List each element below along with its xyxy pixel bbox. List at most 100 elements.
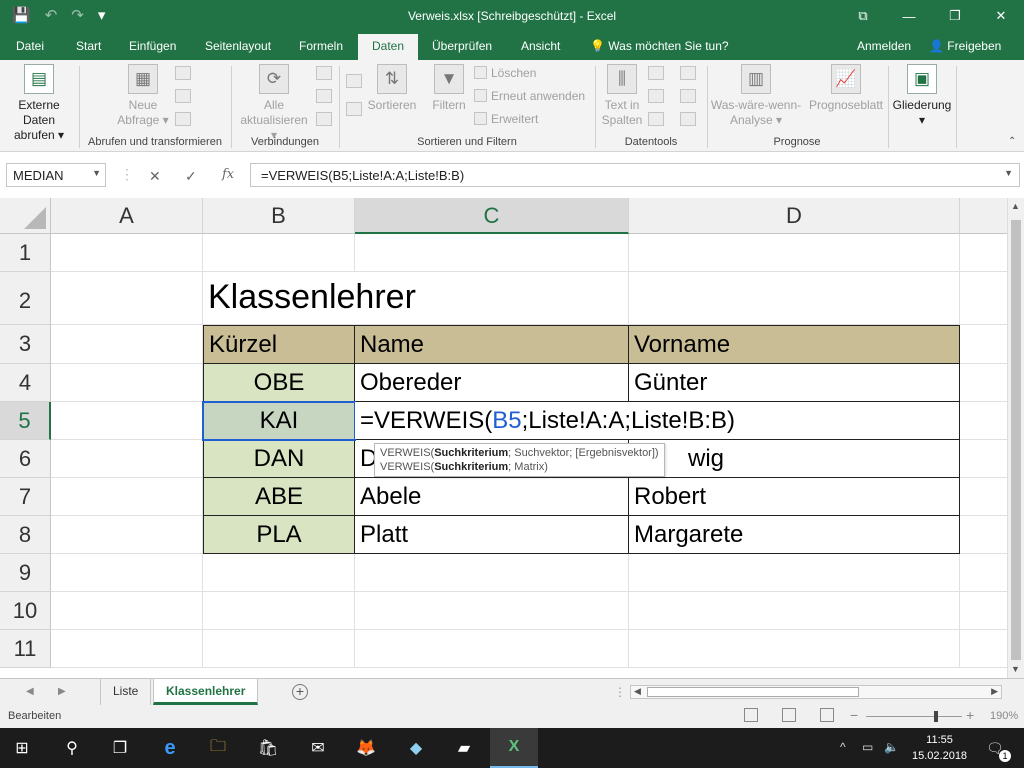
cell-a6[interactable] [51,440,203,478]
chevron-down-icon[interactable]: ▼ [92,168,101,178]
vertical-scrollbar[interactable]: ▲ ▼ [1007,198,1024,678]
cell-b4[interactable]: OBE [203,364,355,402]
excel-taskbar-icon[interactable]: X [490,728,538,768]
erneut-anwenden-button[interactable]: Erneut anwenden [474,89,585,103]
formula-input[interactable]: =VERWEIS(B5;Liste!A:A;Liste!B:B) ▼ [250,163,1020,187]
cell-a9[interactable] [51,554,203,592]
cell-a4[interactable] [51,364,203,402]
collapse-ribbon-icon[interactable]: ⌃ [1008,136,1016,147]
tell-me-search[interactable]: 💡 Was möchten Sie tun? [590,39,729,53]
row-header-7[interactable]: 7 [0,478,51,516]
tab-ansicht[interactable]: Ansicht [521,39,560,53]
row-header-3[interactable]: 3 [0,325,51,364]
cell-c10[interactable] [355,592,629,630]
network-icon[interactable]: ▭ [862,740,873,754]
firefox-icon[interactable]: 🦊 [354,736,378,760]
cell-c11[interactable] [355,630,629,668]
cell-d8[interactable]: Margarete [629,516,960,554]
cell-d10[interactable] [629,592,960,630]
cell-a11[interactable] [51,630,203,668]
horizontal-scroll-thumb[interactable] [647,687,859,697]
sheet-tab-liste[interactable]: Liste [100,679,152,705]
cell-e3[interactable] [960,325,1007,364]
tab-ueberpruefen[interactable]: Überprüfen [432,39,492,53]
column-header-a[interactable]: A [51,198,203,234]
cell-c9[interactable] [355,554,629,592]
select-all-button[interactable] [0,198,51,234]
row-header-10[interactable]: 10 [0,592,51,630]
consolidate-icon[interactable] [680,66,696,80]
show-queries-icon[interactable] [175,66,191,80]
loeschen-button[interactable]: Löschen [474,66,536,80]
remove-duplicates-icon[interactable] [648,89,664,103]
header-kuerzel[interactable]: Kürzel [203,325,355,364]
from-table-icon[interactable] [175,89,191,103]
row-header-2[interactable]: 2 [0,272,51,325]
cell-d2[interactable] [629,272,960,325]
cell-e9[interactable] [960,554,1007,592]
cell-e7[interactable] [960,478,1007,516]
row-header-8[interactable]: 8 [0,516,51,554]
cell-e4[interactable] [960,364,1007,402]
cell-c7[interactable]: Abele [355,478,629,516]
cell-b6[interactable]: DAN [203,440,355,478]
column-header-b[interactable]: B [203,198,355,234]
cell-e10[interactable] [960,592,1007,630]
was-waere-wenn-button[interactable]: ▥ Was-wäre-wenn- Analyse ▾ [710,64,802,128]
cell-d6[interactable]: wig [629,440,960,478]
name-box[interactable]: MEDIAN ▼ [6,163,106,187]
cell-b9[interactable] [203,554,355,592]
erweitert-button[interactable]: Erweitert [474,112,538,126]
tooltip-fn-2[interactable]: VERWEIS( [380,461,434,473]
connections-icon[interactable] [316,66,332,80]
cell-b1[interactable] [203,234,355,272]
tooltip-arg-1[interactable]: Suchkriterium [434,447,508,459]
header-name[interactable]: Name [355,325,629,364]
scroll-down-icon[interactable]: ▼ [1011,664,1020,674]
gliederung-button[interactable]: ▣ Gliederung ▾ [891,64,953,128]
cell-a10[interactable] [51,592,203,630]
cell-b11[interactable] [203,630,355,668]
tab-start[interactable]: Start [76,39,101,53]
cancel-formula-button[interactable]: ✕ [149,168,161,185]
row-header-4[interactable]: 4 [0,364,51,402]
tab-daten[interactable]: Daten [358,34,419,61]
row-header-1[interactable]: 1 [0,234,51,272]
zoom-slider-thumb[interactable] [934,711,938,722]
cell-b2-title[interactable]: Klassenlehrer [203,272,629,325]
cell-e6[interactable] [960,440,1007,478]
page-break-view-icon[interactable] [820,708,834,722]
zoom-in-button[interactable]: + [966,707,974,723]
row-header-5[interactable]: 5 [0,402,51,440]
cell-d9[interactable] [629,554,960,592]
tab-formeln[interactable]: Formeln [299,39,343,53]
minimize-button[interactable]: — [886,0,932,32]
tab-seitenlayout[interactable]: Seitenlayout [205,39,271,53]
sheet-next-icon[interactable]: ▶ [58,686,66,697]
tooltip-arg-2[interactable]: Suchkriterium [434,461,508,473]
neue-abfrage-button[interactable]: ▦ Neue Abfrage ▾ [112,64,174,128]
restore-button[interactable]: ❐ [932,0,978,32]
tab-einfuegen[interactable]: Einfügen [129,39,176,53]
flash-fill-icon[interactable] [648,66,664,80]
filtern-button[interactable]: ▼ Filtern [426,64,472,113]
close-button[interactable]: ✕ [978,0,1024,32]
cell-a8[interactable] [51,516,203,554]
header-vorname[interactable]: Vorname [629,325,960,364]
recent-sources-icon[interactable] [175,112,191,126]
alle-aktualisieren-button[interactable]: ⟳ Alle aktualisieren ▾ [236,64,312,143]
text-in-spalten-button[interactable]: ⫼ Text in Spalten [598,64,646,128]
system-clock[interactable]: 11:55 15.02.2018 [912,732,967,764]
share-button[interactable]: 👤 Freigeben [925,37,1005,55]
column-header-e[interactable] [960,198,1007,234]
normal-view-icon[interactable] [744,708,758,722]
scroll-right-icon[interactable]: ▶ [991,686,998,697]
cell-e8[interactable] [960,516,1007,554]
app-window-icon[interactable]: ▰ [452,736,476,760]
cell-c1[interactable] [355,234,629,272]
file-explorer-icon[interactable]: 🗀 [206,736,230,760]
mail-icon[interactable]: ✉ [306,736,330,760]
sortieren-button[interactable]: ⇅ Sortieren [366,64,418,113]
cell-e2[interactable] [960,272,1007,325]
cell-a7[interactable] [51,478,203,516]
